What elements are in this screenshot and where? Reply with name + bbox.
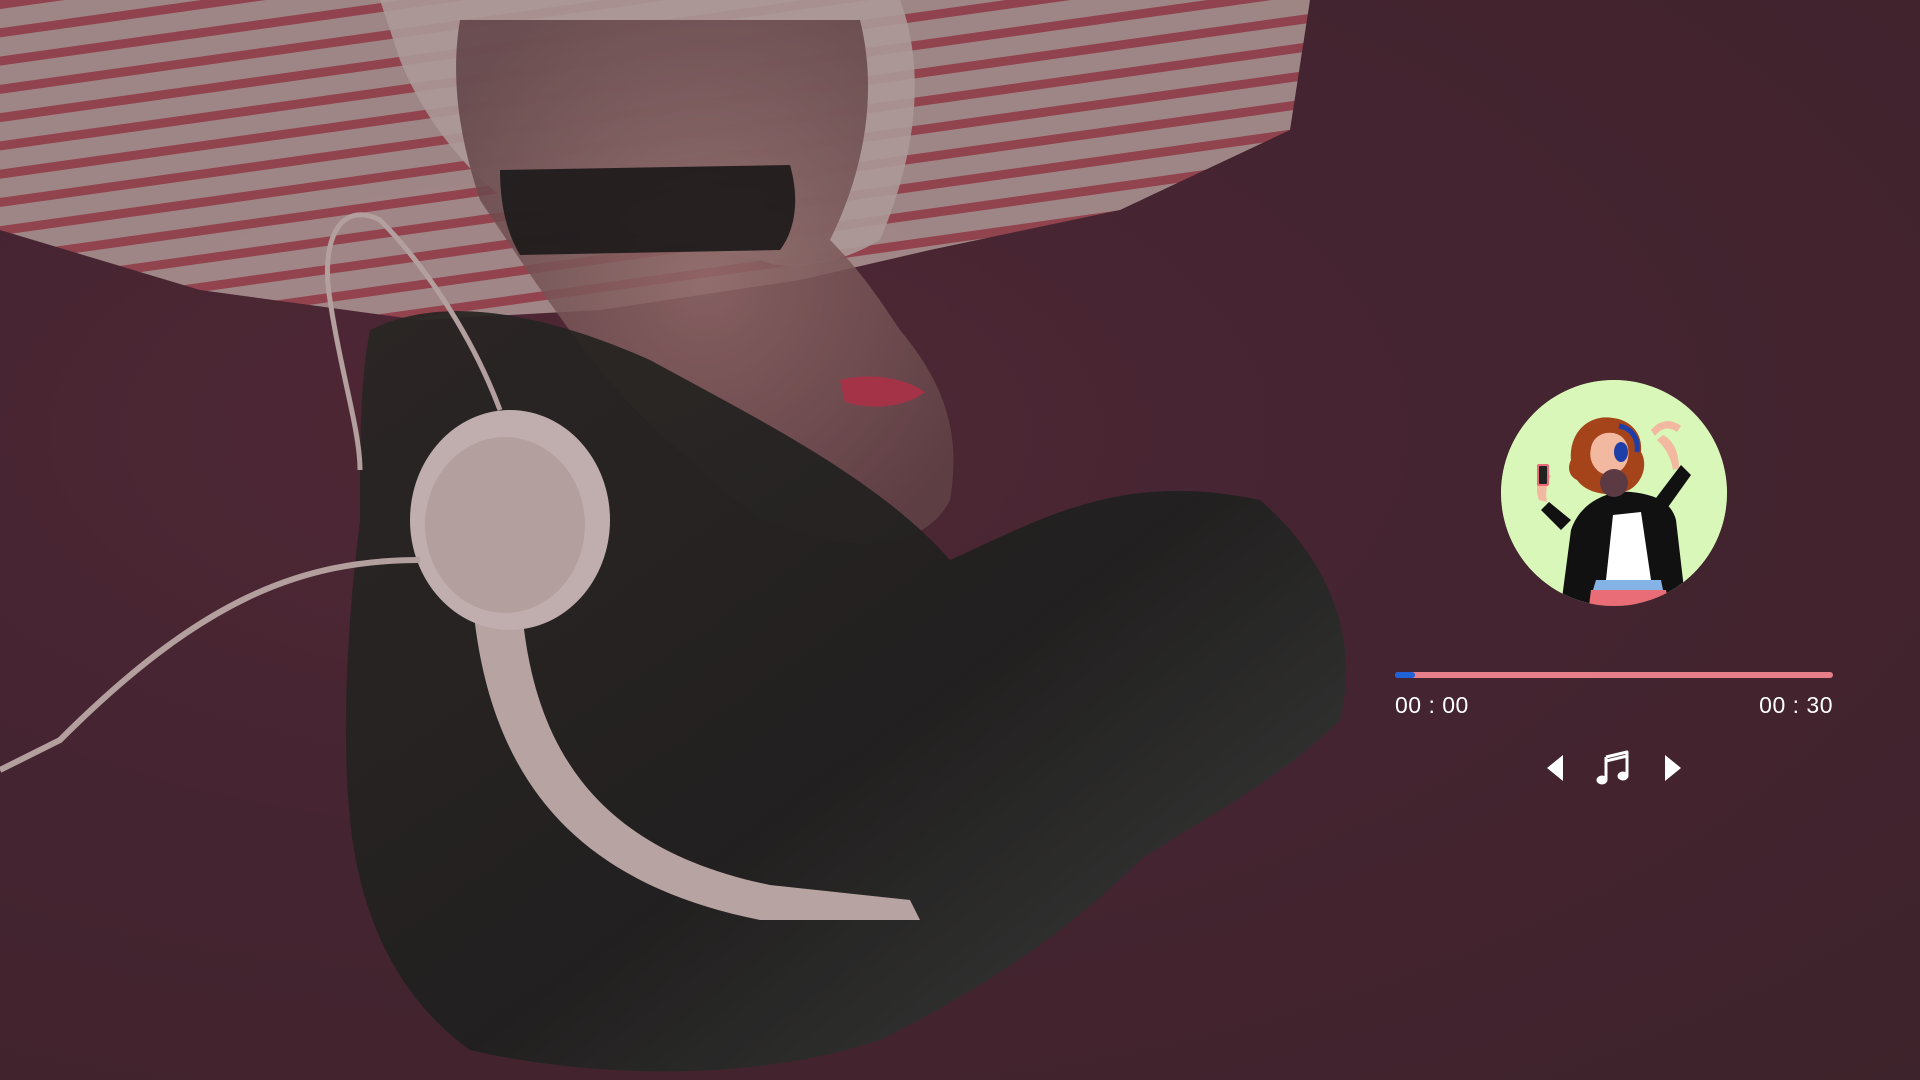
music-player-page: 00 : 00 00 : 30 (0, 0, 1920, 1080)
playback-controls (1535, 744, 1693, 792)
progress-bar[interactable] (1395, 672, 1833, 678)
caret-left-icon (1547, 755, 1563, 781)
progress-bar-fill (1395, 672, 1415, 678)
total-time: 00 : 30 (1759, 692, 1833, 718)
next-button[interactable] (1653, 744, 1693, 792)
play-button[interactable] (1593, 744, 1633, 792)
album-art-illustration (1501, 380, 1727, 606)
music-player: 00 : 00 00 : 30 (1395, 380, 1833, 800)
previous-button[interactable] (1535, 744, 1575, 792)
current-time: 00 : 00 (1395, 692, 1469, 718)
caret-right-icon (1665, 755, 1681, 781)
album-art (1501, 380, 1727, 606)
music-note-icon (1596, 750, 1629, 785)
